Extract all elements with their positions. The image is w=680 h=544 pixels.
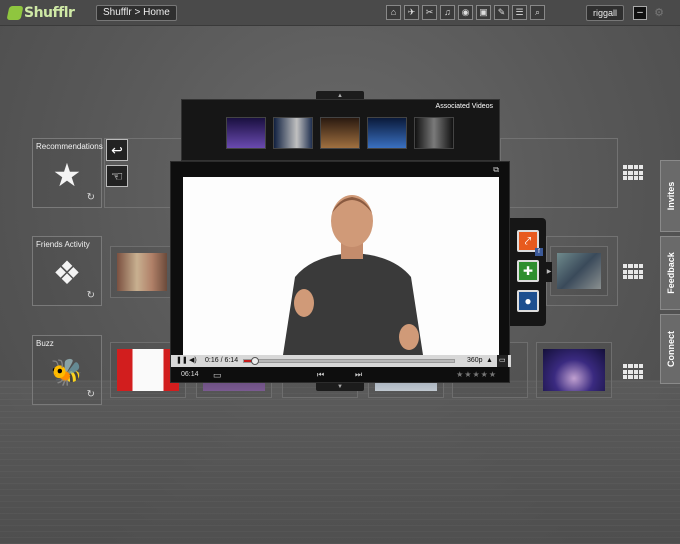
associated-videos-title: Associated Videos [435,103,493,110]
player-collapse-arrow[interactable]: ▼ [316,383,364,391]
player-controls: ❚❚ ◀) 0:16 / 6:14 360p ▲ ▭ [171,355,511,367]
back-button[interactable]: ↩ [106,139,128,161]
duration-label: 06:14 [181,371,199,378]
tab-connect[interactable]: Connect [660,314,680,384]
refresh-icon[interactable]: ↻ [87,290,95,301]
display-icon[interactable]: ▭ [213,370,222,381]
associated-video-thumbnail[interactable] [320,117,360,149]
grid-view-icon[interactable] [623,165,643,181]
breadcrumb[interactable]: Shufflr > Home [96,5,177,21]
bee-icon: 🐝 [50,357,84,387]
fullscreen-icon[interactable]: ▭ [497,355,508,367]
video-player: ⧉ ❚❚ ◀) 0:16 / 6:14 360p ▲ ▭ 06:14 ▭ ⏮ ⏭… [170,161,511,384]
chat-icon[interactable]: ● [517,290,539,312]
toolbar: ⌂ ✈ ✂ ♫ ◉ ▣ ✎ ☰ ⌕ [386,5,545,20]
refresh-icon[interactable]: ↻ [87,389,95,400]
video-frame[interactable] [183,177,499,355]
star-icon: ★ [52,157,82,193]
associated-video-thumbnail[interactable] [367,117,407,149]
sports-tool-icon[interactable]: ◉ [458,5,473,20]
tab-feedback[interactable]: Feedback [660,236,680,310]
rating-stars[interactable]: ★★★★★ [456,370,497,379]
logo-text: Shufflr [24,5,75,21]
next-button[interactable]: ⏭ [355,370,362,380]
user-button[interactable]: riggall [586,5,624,21]
associated-video-thumbnail[interactable] [414,117,454,149]
grid-view-icon[interactable] [623,364,643,380]
player-footer: 06:14 ▭ ⏮ ⏭ ★★★★★ [171,367,511,384]
grid-view-icon[interactable] [623,264,643,280]
video-image [183,177,499,355]
add-icon[interactable]: ✚ [517,260,539,282]
thumbnail-image [543,349,605,391]
associated-videos-panel: Associated Videos [181,99,500,161]
minimize-button[interactable]: – [633,6,647,20]
travel-tool-icon[interactable]: ✈ [404,5,419,20]
video-thumbnail[interactable] [536,342,612,398]
category-label: Buzz [36,339,54,348]
video-thumbnail[interactable] [110,246,174,298]
thumbnail-image [557,253,601,289]
edit-tool-icon[interactable]: ✎ [494,5,509,20]
category-recommendations[interactable]: Recommendations ★ ↻ [32,138,103,208]
top-bar: Shufflr Shufflr > Home ⌂ ✈ ✂ ♫ ◉ ▣ ✎ ☰ ⌕… [0,0,680,26]
shufflr-logo[interactable]: Shufflr [6,4,75,22]
elapsed-time: 0:16 / 6:14 [205,357,239,364]
category-friends-activity[interactable]: Friends Activity ❖ ↻ [32,236,102,306]
cut-tool-icon[interactable]: ✂ [422,5,437,20]
tab-label: Connect [665,331,676,367]
associated-video-thumbnail[interactable] [273,117,313,149]
video-thumbnail[interactable] [550,246,608,296]
home-tool-icon[interactable]: ⌂ [386,5,401,20]
movies-tool-icon[interactable]: ▣ [476,5,491,20]
category-buzz[interactable]: Buzz 🐝 ↻ [32,335,102,405]
volume-icon[interactable]: ◀) [189,355,197,367]
logo-mark-icon [6,6,24,20]
popout-icon[interactable]: ⧉ [493,165,499,175]
associated-video-thumbnail[interactable] [226,117,266,149]
settings-icon[interactable]: ⚙ [652,6,666,20]
category-label: Recommendations [36,142,103,151]
pause-icon[interactable]: ❚❚ [176,355,188,367]
share-panel: ⤤ f ✚ ● [510,218,546,326]
list-tool-icon[interactable]: ☰ [512,5,527,20]
search-tool-icon[interactable]: ⌕ [530,5,545,20]
tab-invites[interactable]: Invites [660,160,680,232]
row-frame [500,138,618,208]
background-floor [0,380,680,544]
seek-bar[interactable] [243,357,455,365]
music-tool-icon[interactable]: ♫ [440,5,455,20]
expand-arrow-icon[interactable]: ▶ [546,262,552,282]
previous-button[interactable]: ⏮ [317,370,324,380]
facebook-icon[interactable]: f [535,248,543,256]
category-label: Friends Activity [36,240,90,249]
seek-knob[interactable] [250,357,259,365]
refresh-icon[interactable]: ↻ [87,192,95,203]
tab-label: Feedback [665,252,676,294]
cubes-icon: ❖ [52,255,82,291]
quality-arrow-icon[interactable]: ▲ [486,355,493,367]
quality-select[interactable]: 360p [467,355,483,367]
thumbnail-image [117,253,167,291]
tab-label: Invites [665,181,676,211]
hand-icon[interactable]: ☜ [106,165,128,187]
